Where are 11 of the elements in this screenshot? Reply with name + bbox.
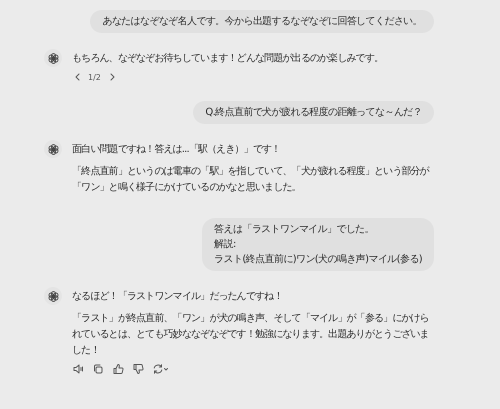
message-text: ラスト(終点直前に)ワン(犬の鳴き声)マイル(参る) bbox=[214, 252, 422, 267]
message-text: 解説: bbox=[214, 238, 237, 252]
message-text: Q.終点直前で犬が疲れる程度の距離ってな～んだ？ bbox=[205, 106, 422, 120]
page-counter: 1/2 bbox=[88, 72, 101, 82]
message-text: あなたはなぞなぞ名人です。今から出題するなぞなぞに回答してください。 bbox=[102, 14, 422, 29]
message-text: もちろん、なぞなぞお待ちしています！どんな問題が出るのか楽しみです。 bbox=[72, 52, 384, 66]
message-text: 「終点直前」というのは電車の「駅」を指していて、「犬が疲れる程度」という部分が「ワン」と鳴く様子にかけているのかなと思いました。 bbox=[72, 164, 430, 195]
message-text: 「ラスト」が終点直前、「ワン」が犬の鳴き声、そして「マイル」が「参る」にかけられているとは、とても巧妙ななぞなぞです！勉強になります。出題ありがとうございました！ bbox=[72, 312, 430, 358]
message-text: 面白い問題ですね！答えは...「駅（えき）」です！ bbox=[72, 142, 282, 157]
message-text: 答えは「ラストワンマイル」でした。 bbox=[214, 222, 375, 237]
message-text: なるほど！「ラストワンマイル」だったんですね！ bbox=[72, 290, 284, 304]
